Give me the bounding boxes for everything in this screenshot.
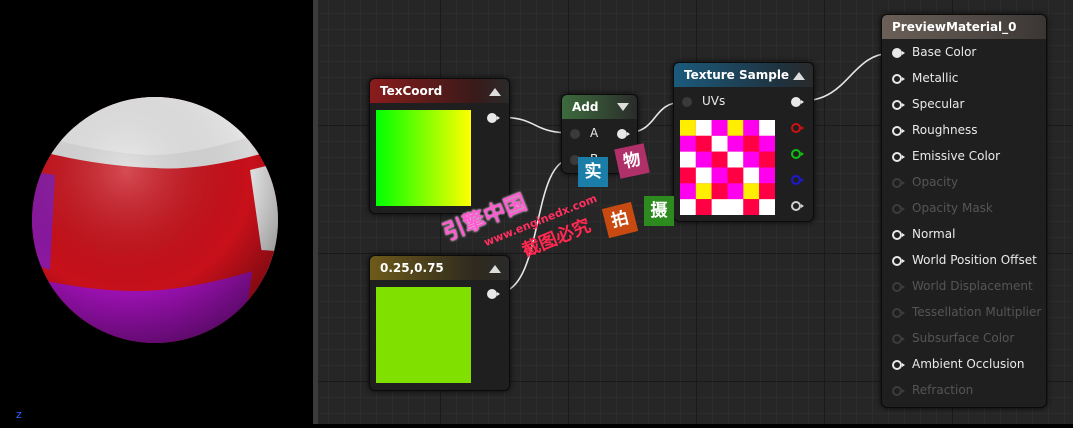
material-result-title: PreviewMaterial_0 (892, 20, 1017, 34)
material-input-pin[interactable] (892, 48, 905, 58)
constant-node-header[interactable]: 0.25,0.75 (370, 256, 509, 280)
material-input-label: Ambient Occlusion (912, 357, 1025, 371)
texture-sample-header[interactable]: Texture Sample (674, 63, 813, 87)
material-input-pin[interactable] (892, 204, 905, 214)
texcoord-output-pin[interactable] (487, 113, 500, 123)
material-input-label: Opacity Mask (912, 201, 993, 215)
material-input-pin[interactable] (892, 360, 905, 370)
constant-output-pin[interactable] (487, 289, 500, 299)
material-input-pin[interactable] (892, 386, 905, 396)
material-input-label: Refraction (912, 383, 974, 397)
watermark-stamp-2: 物 (614, 143, 650, 179)
collapse-arrow-icon[interactable] (617, 103, 629, 111)
texture-uvs-pin[interactable] (682, 97, 692, 107)
axis-indicator: z (16, 408, 22, 421)
texcoord-preview (376, 110, 471, 206)
material-input-pin[interactable] (892, 178, 905, 188)
add-title: Add (572, 100, 599, 114)
collapse-arrow-icon[interactable] (489, 88, 501, 96)
constant-title: 0.25,0.75 (380, 261, 444, 275)
texcoord-node-header[interactable]: TexCoord (370, 79, 509, 103)
texture-rgb-output-pin[interactable] (791, 97, 804, 107)
material-input-pin[interactable] (892, 308, 905, 318)
texture-blue-output-pin[interactable] (791, 175, 804, 185)
material-input-label: World Displacement (912, 279, 1033, 293)
material-input-pin[interactable] (892, 256, 905, 266)
watermark-stamp-1: 实 (578, 157, 608, 187)
material-input-label: Opacity (912, 175, 959, 189)
material-input-pin[interactable] (892, 334, 905, 344)
add-output-pin[interactable] (617, 129, 630, 139)
material-input-label: Subsurface Color (912, 331, 1015, 345)
material-input-pin[interactable] (892, 100, 905, 110)
material-input-label: Normal (912, 227, 956, 241)
material-input-label: Metallic (912, 71, 959, 85)
material-input-label: Roughness (912, 123, 978, 137)
material-result-header[interactable]: PreviewMaterial_0 (882, 15, 1046, 39)
material-input-label: World Position Offset (912, 253, 1037, 267)
material-preview-viewport[interactable]: z (0, 0, 313, 424)
add-input-a-label: A (590, 126, 599, 140)
material-input-pin[interactable] (892, 152, 905, 162)
texture-sample-node[interactable]: Texture Sample UVs (673, 62, 814, 222)
material-input-label: Specular (912, 97, 965, 111)
texture-sample-title: Texture Sample (684, 68, 790, 82)
material-input-label: Base Color (912, 45, 977, 59)
add-input-a-pin[interactable] (570, 129, 580, 139)
material-input-label: Emissive Color (912, 149, 1001, 163)
material-input-label: Tessellation Multiplier (912, 305, 1042, 319)
texture-red-output-pin[interactable] (791, 123, 804, 133)
texture-preview (680, 120, 775, 215)
constant-preview (376, 287, 471, 383)
texture-uvs-label: UVs (702, 94, 726, 108)
collapse-arrow-icon[interactable] (489, 265, 501, 273)
texture-alpha-output-pin[interactable] (791, 201, 804, 211)
collapse-arrow-icon[interactable] (793, 72, 805, 80)
material-input-pin[interactable] (892, 282, 905, 292)
texcoord-title: TexCoord (380, 84, 443, 98)
constant-node[interactable]: 0.25,0.75 (369, 255, 510, 391)
watermark-stamp-4: 摄 (644, 196, 674, 226)
texcoord-node[interactable]: TexCoord (369, 78, 510, 214)
texture-green-output-pin[interactable] (791, 149, 804, 159)
material-result-node[interactable]: PreviewMaterial_0 Base Color Metallic Spec… (881, 14, 1047, 408)
material-input-pin[interactable] (892, 74, 905, 84)
preview-sphere (32, 97, 278, 343)
add-node-header[interactable]: Add (562, 95, 637, 119)
material-input-pin[interactable] (892, 230, 905, 240)
material-input-pin[interactable] (892, 126, 905, 136)
